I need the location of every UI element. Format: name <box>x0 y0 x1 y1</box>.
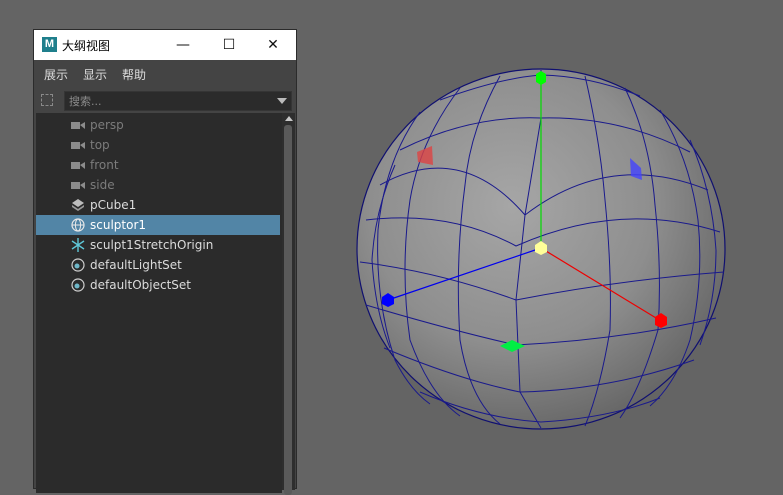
window-title: 大纲视图 <box>62 39 111 53</box>
outliner-list: persp top front side pCube1 sculptor1 sc… <box>36 113 282 493</box>
list-item[interactable]: defaultLightSet <box>36 255 280 275</box>
list-item-label: top <box>90 138 110 152</box>
outliner-window[interactable]: M 大纲视图 — ☐ ✕ 展示 显示 帮助 搜索... persp top fr… <box>33 29 297 495</box>
minimize-button[interactable]: — <box>160 30 206 60</box>
menu-help[interactable]: 帮助 <box>122 66 146 83</box>
camera-icon <box>71 122 85 129</box>
list-item[interactable]: sculptor1 <box>36 215 280 235</box>
vertical-scrollbar[interactable] <box>282 113 295 495</box>
close-button[interactable]: ✕ <box>250 30 296 60</box>
search-placeholder: 搜索... <box>69 95 102 108</box>
search-input[interactable]: 搜索... <box>64 91 292 111</box>
camera-icon <box>71 162 85 169</box>
menu-bar: 展示 显示 帮助 <box>34 61 296 85</box>
locator-icon <box>71 238 85 252</box>
title-bar[interactable]: M 大纲视图 — ☐ ✕ <box>34 30 296 60</box>
object-set-icon <box>71 278 85 292</box>
list-item[interactable]: pCube1 <box>36 195 280 215</box>
list-item-label: defaultObjectSet <box>90 278 192 292</box>
filter-icon[interactable] <box>41 94 53 106</box>
sculpt-deformer-icon <box>71 218 85 232</box>
list-item-label: pCube1 <box>90 198 137 212</box>
object-set-icon <box>71 258 85 272</box>
scroll-up-icon[interactable] <box>285 116 293 121</box>
list-item[interactable]: side <box>36 175 280 195</box>
camera-icon <box>71 182 85 189</box>
camera-icon <box>71 142 85 149</box>
list-item[interactable]: front <box>36 155 280 175</box>
list-item-label: sculptor1 <box>90 218 147 232</box>
mesh-transform-icon <box>72 199 84 211</box>
menu-display[interactable]: 展示 <box>44 66 68 83</box>
menu-show[interactable]: 显示 <box>83 66 107 83</box>
scroll-thumb[interactable] <box>284 125 292 495</box>
list-item[interactable]: sculpt1StretchOrigin <box>36 235 280 255</box>
chevron-down-icon[interactable] <box>277 98 287 104</box>
list-item[interactable]: top <box>36 135 280 155</box>
list-item-label: side <box>90 178 115 192</box>
list-item[interactable]: defaultObjectSet <box>36 275 280 295</box>
maya-logo-icon: M <box>42 37 57 52</box>
maximize-button[interactable]: ☐ <box>206 30 252 60</box>
search-row: 搜索... <box>34 89 296 113</box>
list-item-label: persp <box>90 118 124 132</box>
list-item[interactable]: persp <box>36 115 280 135</box>
list-item-label: front <box>90 158 119 172</box>
list-item-label: sculpt1StretchOrigin <box>90 238 214 252</box>
list-item-label: defaultLightSet <box>90 258 182 272</box>
